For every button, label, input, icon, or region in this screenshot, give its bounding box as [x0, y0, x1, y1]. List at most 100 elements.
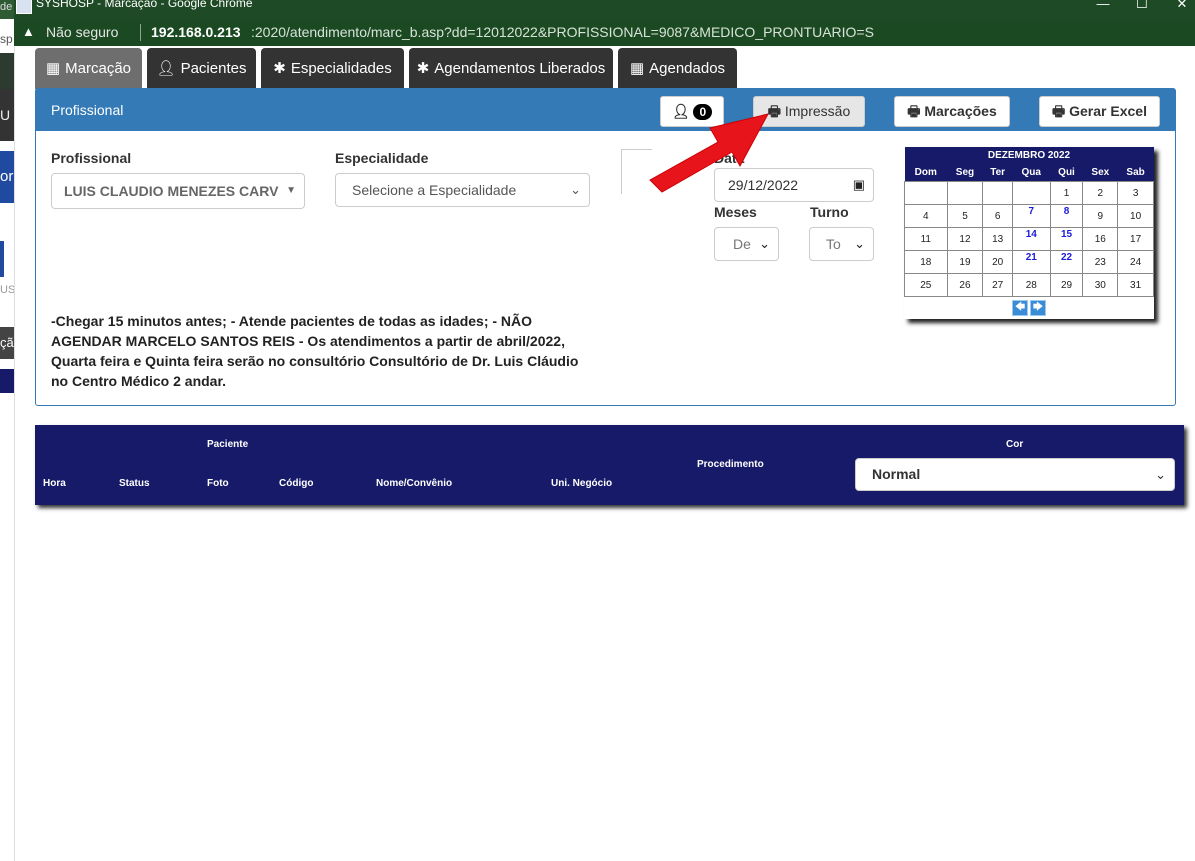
chevron-down-icon: ⌄	[759, 236, 770, 251]
codigo-column-header: Código	[279, 478, 314, 489]
mini-calendar: DEZEMBRO 2022 Dom Seg Ter Qua Qui Sex Sa…	[904, 147, 1154, 319]
calendar-day[interactable]: 11	[904, 227, 948, 251]
calendar-day[interactable]: 24	[1117, 250, 1154, 274]
print-icon: 🖶	[767, 103, 781, 119]
procedimento-column-header: Procedimento	[697, 459, 764, 470]
calendar-day[interactable]: 23	[1082, 250, 1119, 274]
calendar-table: DEZEMBRO 2022 Dom Seg Ter Qua Qui Sex Sa…	[904, 147, 1154, 319]
calendar-day[interactable]: 10	[1117, 204, 1154, 228]
calendar-day[interactable]: 1	[1049, 181, 1084, 205]
calendar-day[interactable]: 16	[1082, 227, 1119, 251]
arrow-left-icon[interactable]: 🡄	[1012, 300, 1028, 316]
asterisk-icon: ✱	[416, 60, 430, 77]
impressao-button[interactable]: 🖶 Impressão	[753, 96, 865, 127]
strip-text-2: U	[0, 89, 14, 141]
calendar-day	[946, 181, 984, 205]
arrow-right-icon[interactable]: 🡆	[1030, 300, 1046, 316]
tab-agendados[interactable]: ▦ Agendados	[618, 48, 737, 89]
foto-column-header: Foto	[207, 478, 229, 489]
chevron-down-icon: ⌄	[570, 182, 581, 197]
strip-text-4: US	[0, 284, 14, 296]
calendar-day[interactable]: 13	[982, 227, 1013, 251]
page-content: ▦ Marcação 👤︎ Pacientes ✱ Especialidades ✱ A…	[14, 46, 1195, 861]
calendar-day-available[interactable]: 21	[1011, 250, 1051, 274]
print-icon: 🖶	[1052, 103, 1066, 119]
cor-select[interactable]: Normal ⌄	[855, 458, 1175, 491]
especialidade-select[interactable]: Selecione a Especialidade ⌄	[335, 173, 590, 207]
calendar-day[interactable]: 4	[904, 204, 948, 228]
address-separator	[140, 24, 141, 41]
strip-text-1: sp	[0, 19, 14, 53]
tab-pacientes[interactable]: 👤︎ Pacientes	[147, 48, 256, 89]
calendar-day[interactable]: 26	[946, 273, 984, 297]
especialidade-placeholder: Selecione a Especialidade	[352, 182, 517, 198]
meses-label: Meses	[714, 204, 757, 220]
calendar-icon: ▦	[629, 60, 645, 77]
calendar-day-available[interactable]: 7	[1011, 204, 1051, 228]
calendar-nav: 🡄 🡆	[905, 297, 1154, 320]
calendar-day[interactable]: 20	[982, 250, 1013, 274]
calendar-day[interactable]: 30	[1082, 273, 1119, 297]
chevron-down-icon: ⌄	[1155, 467, 1166, 482]
window-title: SYSHOSP - Marcação - Google Chrome	[36, 0, 253, 10]
calendar-day[interactable]: 19	[946, 250, 984, 274]
close-icon[interactable]: ✕	[1172, 0, 1192, 12]
calendar-day	[982, 181, 1013, 205]
calendar-day[interactable]: 18	[904, 250, 948, 274]
user-icon: 👤︎	[671, 103, 690, 119]
url-path[interactable]: :2020/atendimento/marc_b.asp?dd=12012022…	[251, 24, 874, 40]
tab-label: Agendados	[649, 60, 726, 77]
strip-text-5: çã	[0, 327, 14, 359]
impressao-label: Impressão	[784, 103, 851, 119]
calendar-day[interactable]: 12	[946, 227, 984, 251]
meses-select[interactable]: De ⌄	[714, 227, 779, 261]
calendar-day-available[interactable]: 15	[1049, 227, 1084, 251]
not-secure-label[interactable]: Não seguro	[46, 24, 118, 40]
calendar-day-available[interactable]: 8	[1049, 204, 1084, 228]
calendar-day[interactable]: 3	[1117, 181, 1154, 205]
address-bar[interactable]: ▲ Não seguro 192.168.0.213 :2020/atendim…	[14, 19, 1195, 46]
patient-count-button[interactable]: 👤︎ 0	[660, 96, 724, 127]
minimize-icon[interactable]: —	[1093, 0, 1113, 12]
calendar-day[interactable]: 25	[904, 273, 948, 297]
strip-text-3: or	[0, 151, 14, 203]
panel-title: Profissional	[51, 102, 124, 118]
calendar-day[interactable]: 27	[982, 273, 1013, 297]
calendar-day[interactable]: 28	[1011, 273, 1051, 297]
calendar-day[interactable]: 17	[1117, 227, 1154, 251]
gerar-excel-button[interactable]: 🖶 Gerar Excel	[1039, 96, 1160, 127]
calendar-day[interactable]: 31	[1117, 273, 1154, 297]
calendar-day[interactable]: 2	[1082, 181, 1119, 205]
calendar-day	[1011, 181, 1051, 205]
calendar-day[interactable]: 29	[1049, 273, 1084, 297]
weekday-label: Qui	[1050, 163, 1083, 182]
background-window-fragment: de	[0, 0, 14, 19]
tab-especialidades[interactable]: ✱ Especialidades	[261, 48, 404, 89]
tab-label: Pacientes	[180, 60, 247, 77]
calendar-picker-icon[interactable]: ▣	[853, 169, 865, 201]
calendar-day-available[interactable]: 14	[1011, 227, 1051, 251]
calendar-day[interactable]: 5	[946, 204, 984, 228]
weekday-label: Qua	[1012, 163, 1051, 182]
weekday-label: Seg	[947, 163, 983, 182]
marcacoes-button[interactable]: 🖶 Marcações	[894, 96, 1010, 127]
profissional-panel: Profissional 👤︎ 0 🖶 Impressão 🖶 Marcaçõe…	[35, 88, 1176, 406]
calendar-day[interactable]: 6	[982, 204, 1013, 228]
calendar-day-available[interactable]: 22	[1049, 250, 1084, 274]
panel-header: Profissional 👤︎ 0 🖶 Impressão 🖶 Marcaçõe…	[36, 89, 1175, 131]
cor-value: Normal	[872, 466, 921, 482]
tab-agendamentos-liberados[interactable]: ✱ Agendamentos Liberados	[409, 48, 613, 89]
warning-icon[interactable]: ▲	[22, 24, 35, 39]
weekday-label: Sab	[1117, 163, 1154, 182]
user-icon: 👤︎	[156, 60, 176, 77]
calendar-weekdays: Dom Seg Ter Qua Qui Sex Sab	[904, 163, 1154, 182]
url-host[interactable]: 192.168.0.213	[151, 24, 241, 40]
turno-select[interactable]: To ⌄	[809, 227, 874, 261]
maximize-icon[interactable]: ☐	[1132, 0, 1152, 12]
profissional-select[interactable]: LUIS CLAUDIO MENEZES CARV ▼	[51, 173, 305, 209]
strip-block	[0, 241, 14, 277]
tab-marcacao[interactable]: ▦ Marcação	[35, 48, 142, 89]
calendar-day[interactable]: 9	[1082, 204, 1119, 228]
data-input[interactable]: 29/12/2022 ▣	[714, 168, 874, 202]
weekday-label: Ter	[982, 163, 1013, 182]
